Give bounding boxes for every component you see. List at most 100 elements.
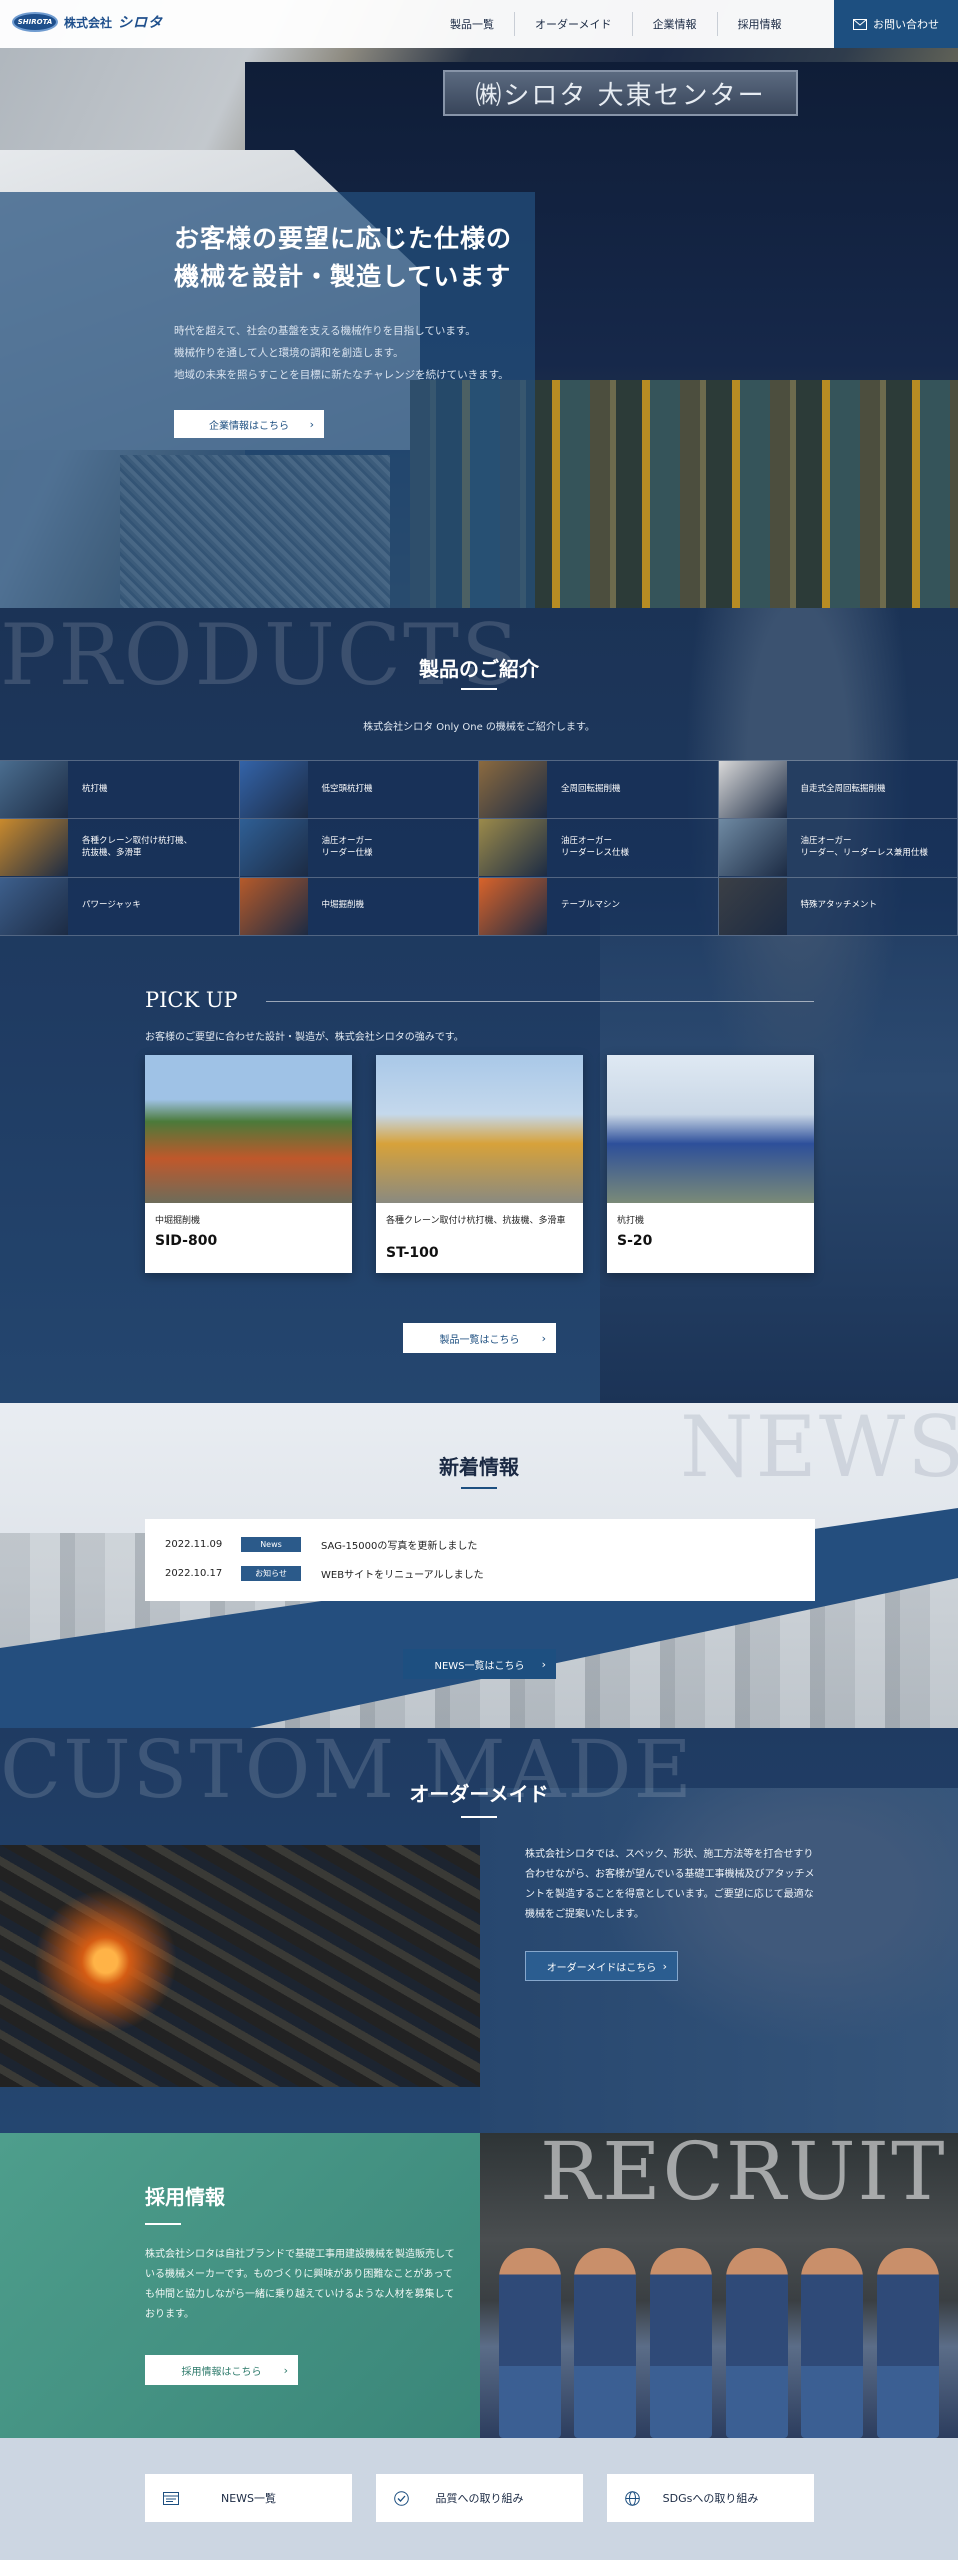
footer-links: NEWS一覧 品質への取り組み SDGsへの取り組み <box>0 2438 958 2560</box>
product-category-item[interactable]: 油圧オーガー リーダー仕様 <box>239 819 479 878</box>
contact-button-label: お問い合わせ <box>873 18 939 31</box>
product-category-label: 中堀掘削機 <box>321 900 365 911</box>
product-list-button-label: 製品一覧はこちら <box>439 1334 520 1346</box>
news-item[interactable]: 2022.11.09 News SAG-15000の写真を更新しました <box>165 1534 477 1554</box>
title-underline <box>461 1487 497 1489</box>
product-thumbnail <box>0 877 68 935</box>
staff-member <box>574 2248 637 2438</box>
news-tag: お知らせ <box>241 1565 301 1581</box>
pickup-title: PICK UP <box>145 988 238 1012</box>
news-text: SAG-15000の写真を更新しました <box>321 1540 478 1552</box>
quality-link[interactable]: 品質への取り組み <box>376 2474 583 2522</box>
product-category-item[interactable]: 特殊アタッチメント <box>718 877 958 936</box>
sdgs-link[interactable]: SDGsへの取り組み <box>607 2474 814 2522</box>
pickup-card-model: ST-100 <box>386 1245 439 1261</box>
news-list-link[interactable]: NEWS一覧 <box>145 2474 352 2522</box>
product-thumbnail <box>479 819 547 877</box>
product-category-label: 油圧オーガー リーダーレス仕様 <box>561 836 630 858</box>
mail-icon <box>853 18 867 30</box>
staff-member <box>877 2248 940 2438</box>
news-date: 2022.10.17 <box>165 1567 223 1579</box>
nav-item-custom-made[interactable]: オーダーメイド <box>514 12 632 36</box>
custom-made-button-label: オーダーメイドはこちら <box>546 1962 657 1974</box>
pickup-card-model: SID-800 <box>155 1233 218 1249</box>
contact-button[interactable]: お問い合わせ <box>834 0 958 48</box>
staff-member <box>725 2248 788 2438</box>
custom-made-button[interactable]: オーダーメイドはこちら › <box>525 1951 678 1981</box>
hero-text-line: 地域の未来を照らすことを目標に新たなチャレンジを続けていきます。 <box>174 369 509 381</box>
chevron-right-icon: › <box>283 2363 288 2377</box>
product-category-item[interactable]: 全周回転掘削機 <box>479 761 719 820</box>
quality-link-label: 品質への取り組み <box>435 2492 524 2505</box>
pickup-card[interactable]: 中堀掘削機 SID-800 <box>145 1055 352 1273</box>
news-tag: News <box>241 1536 301 1552</box>
product-category-item[interactable]: 杭打機 <box>0 761 240 820</box>
chevron-right-icon: › <box>309 417 314 431</box>
check-circle-icon <box>394 2490 409 2506</box>
hero-title-line: 機械を設計・製造しています <box>174 261 512 291</box>
products-title: 製品のご紹介 <box>419 657 539 681</box>
recruit-text: 株式会社シロタは自社ブランドで基礎工事用建設機械を製造販売している機械メーカーで… <box>145 2249 455 2320</box>
ghost-heading: CUSTOM MADE <box>0 1728 694 1816</box>
product-category-label: 特殊アタッチメント <box>800 900 878 911</box>
product-thumbnail <box>0 819 68 877</box>
product-category-item[interactable]: 油圧オーガー リーダーレス仕様 <box>479 819 719 878</box>
product-category-label: 各種クレーン取付け杭打機、 抗抜機、多滑車 <box>82 836 193 858</box>
site-logo[interactable]: SHIROTA 株式会社 シロタ <box>12 12 163 32</box>
product-category-label: 油圧オーガー リーダー仕様 <box>321 836 373 858</box>
news-list-button[interactable]: NEWS一覧はこちら › <box>403 1649 556 1679</box>
products-subtitle: 株式会社シロタ Only One の機械をご紹介します。 <box>363 722 595 733</box>
product-category-item[interactable]: テーブルマシン <box>479 877 719 936</box>
news-title: 新着情報 <box>439 1455 519 1479</box>
product-category-item[interactable]: 中堀掘削機 <box>239 877 479 936</box>
hero-section: ㈱シロタ 大東センター お客様の要望に応じた仕様の 機械を設計・製造しています … <box>0 0 958 608</box>
pickup-card[interactable]: 各種クレーン取付け杭打機、抗抜機、多滑車 ST-100 <box>376 1055 583 1273</box>
pickup-card-category: 各種クレーン取付け杭打機、抗抜機、多滑車 <box>386 1216 566 1226</box>
title-underline <box>145 2223 181 2225</box>
pickup-card-image <box>145 1055 352 1203</box>
product-category-item[interactable]: パワージャッキ <box>0 877 240 936</box>
product-thumbnail <box>239 761 308 819</box>
product-category-label: 油圧オーガー リーダー、リーダーレス兼用仕様 <box>800 836 928 858</box>
news-list-button-label: NEWS一覧はこちら <box>434 1660 525 1672</box>
pickup-card-image <box>376 1055 583 1203</box>
company-info-button[interactable]: 企業情報はこちら › <box>174 410 324 438</box>
product-thumbnail <box>479 761 547 819</box>
product-thumbnail <box>718 761 787 819</box>
product-category-label: パワージャッキ <box>82 900 141 911</box>
news-item[interactable]: 2022.10.17 お知らせ WEBサイトをリニューアルしました <box>165 1563 484 1583</box>
nav-item-products[interactable]: 製品一覧 <box>430 12 514 36</box>
pickup-card[interactable]: 杭打機 S-20 <box>607 1055 814 1273</box>
product-category-item[interactable]: 自走式全周回転掘削機 <box>718 761 958 820</box>
product-category-label: 自走式全周回転掘削機 <box>800 783 886 794</box>
pickup-subtitle: お客様のご要望に合わせた設計・製造が、株式会社シロタの強みです。 <box>145 1032 464 1043</box>
news-text: WEBサイトをリニューアルしました <box>321 1569 484 1581</box>
custom-made-title: オーダーメイド <box>409 1782 549 1806</box>
title-underline <box>461 688 497 690</box>
grinding-sparks-image <box>0 1845 480 2087</box>
staff-group <box>480 2233 958 2438</box>
pickup-divider <box>266 1001 814 1002</box>
building-sign: ㈱シロタ 大東センター <box>443 70 798 116</box>
product-list-button[interactable]: 製品一覧はこちら › <box>403 1323 556 1353</box>
hero-title-line: お客様の要望に応じた仕様の <box>174 224 513 253</box>
logo-text: 株式会社 <box>64 15 113 30</box>
recruit-button[interactable]: 採用情報はこちら › <box>145 2355 298 2385</box>
product-thumbnail <box>0 761 68 819</box>
news-section: NEWS 新着情報 2022.11.09 News SAG-15000の写真を更… <box>0 1403 958 1728</box>
recruit-section: RECRUIT 採用情報 株式会社シロタは自社ブランドで基礎工事用建設機械を製造… <box>0 2133 958 2438</box>
product-category-label: 全周回転掘削機 <box>561 783 621 794</box>
hero-text-line: 時代を超えて、社会の基盤を支える機械作りを目指しています。 <box>174 325 476 337</box>
recruit-button-label: 採用情報はこちら <box>181 2366 262 2378</box>
product-thumbnail <box>239 877 308 935</box>
product-category-item[interactable]: 油圧オーガー リーダー、リーダーレス兼用仕様 <box>718 819 958 878</box>
company-info-button-label: 企業情報はこちら <box>209 420 289 432</box>
pickup-card-model: S-20 <box>617 1233 653 1249</box>
product-category-item[interactable]: 低空頭杭打機 <box>239 761 479 820</box>
pickup-card-image <box>607 1055 814 1203</box>
product-category-item[interactable]: 各種クレーン取付け杭打機、 抗抜機、多滑車 <box>0 819 240 878</box>
nav-item-company[interactable]: 企業情報 <box>631 12 717 36</box>
nav-item-recruit[interactable]: 採用情報 <box>716 12 802 36</box>
logo-brand: シロタ <box>118 15 164 31</box>
chevron-right-icon: › <box>541 1331 546 1345</box>
